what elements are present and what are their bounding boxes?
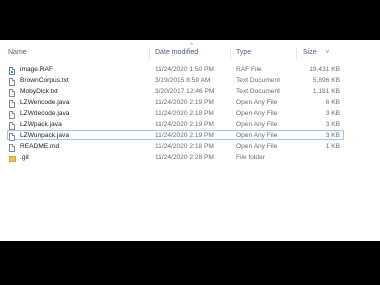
- column-size[interactable]: Size: [303, 49, 317, 56]
- file-row[interactable]: README.md 11/24/2020 2:18 PM Open Any Fi…: [0, 141, 380, 152]
- java-file-icon: [9, 99, 15, 108]
- file-explorer-window: Name ^ Date modified Type Size v image.R…: [0, 40, 380, 241]
- folder-icon: [9, 154, 16, 162]
- file-date: 11/24/2020 1:50 PM: [155, 66, 214, 73]
- java-file-icon: [9, 110, 15, 119]
- file-name: LZWunpack.java: [20, 132, 69, 139]
- file-name: BrownCorpus.txt: [20, 77, 69, 84]
- file-size: 3 KB: [325, 132, 340, 139]
- java-file-icon: [9, 132, 15, 141]
- file-list: image.RAF 11/24/2020 1:50 PM RAF File 19…: [0, 64, 380, 163]
- file-type: RAF File: [236, 66, 262, 73]
- file-date: 11/24/2020 2:19 PM: [155, 132, 214, 139]
- file-date: 11/24/2020 2:18 PM: [155, 110, 214, 117]
- file-size: 1,181 KB: [312, 88, 340, 95]
- file-date: 11/24/2020 2:19 PM: [155, 121, 214, 128]
- column-divider[interactable]: [296, 48, 297, 59]
- chevron-down-icon[interactable]: v: [326, 49, 329, 55]
- file-name: .git: [20, 154, 29, 161]
- file-name: README.md: [20, 143, 60, 150]
- file-date: 3/19/2015 8:59 AM: [155, 77, 211, 84]
- file-size: 5,896 KB: [312, 77, 340, 84]
- column-type[interactable]: Type: [236, 49, 251, 56]
- file-type: Text Document: [236, 77, 280, 84]
- file-size: 6 KB: [325, 99, 340, 106]
- file-type: Open Any File: [236, 143, 278, 150]
- file-date: 11/24/2020 2:19 PM: [155, 99, 214, 106]
- file-row[interactable]: LZWpack.java 11/24/2020 2:19 PM Open Any…: [0, 119, 380, 130]
- file-name: image.RAF: [20, 66, 53, 73]
- file-type: Open Any File: [236, 132, 278, 139]
- file-date: 11/24/2020 2:18 PM: [155, 143, 214, 150]
- file-row[interactable]: image.RAF 11/24/2020 1:50 PM RAF File 19…: [0, 64, 380, 75]
- file-row-focused[interactable]: LZWunpack.java 11/24/2020 2:19 PM Open A…: [0, 130, 380, 141]
- text-file-icon: [9, 77, 15, 86]
- folder-row[interactable]: .git 11/24/2020 2:28 PM File folder: [0, 152, 380, 163]
- column-header: Name ^ Date modified Type Size v: [0, 43, 380, 61]
- file-row[interactable]: LZWdecode.java 11/24/2020 2:18 PM Open A…: [0, 108, 380, 119]
- file-type: File folder: [236, 154, 265, 161]
- file-size: 19,431 KB: [309, 66, 340, 73]
- file-size: 3 KB: [325, 121, 340, 128]
- file-type: Open Any File: [236, 99, 278, 106]
- file-type: Text Document: [236, 88, 280, 95]
- file-size: 1 KB: [325, 143, 340, 150]
- column-date-modified[interactable]: Date modified: [155, 49, 198, 56]
- file-type: Open Any File: [236, 121, 278, 128]
- file-row[interactable]: MobyDick.txt 3/20/2017 12:46 PM Text Doc…: [0, 86, 380, 97]
- md-file-icon: [9, 143, 15, 152]
- raf-file-icon: [9, 66, 15, 75]
- file-name: MobyDick.txt: [20, 88, 58, 95]
- file-name: LZWencode.java: [20, 99, 70, 106]
- file-date: 3/20/2017 12:46 PM: [155, 88, 215, 95]
- column-divider[interactable]: [230, 48, 231, 59]
- file-row[interactable]: LZWencode.java 11/24/2020 2:19 PM Open A…: [0, 97, 380, 108]
- file-size: 3 KB: [325, 110, 340, 117]
- text-file-icon: [9, 88, 15, 97]
- column-divider[interactable]: [149, 48, 150, 59]
- file-name: LZWdecode.java: [20, 110, 70, 117]
- file-date: 11/24/2020 2:28 PM: [155, 154, 214, 161]
- java-file-icon: [9, 121, 15, 130]
- file-type: Open Any File: [236, 110, 278, 117]
- column-name[interactable]: Name: [8, 49, 27, 56]
- file-row[interactable]: BrownCorpus.txt 3/19/2015 8:59 AM Text D…: [0, 75, 380, 86]
- file-name: LZWpack.java: [20, 121, 62, 128]
